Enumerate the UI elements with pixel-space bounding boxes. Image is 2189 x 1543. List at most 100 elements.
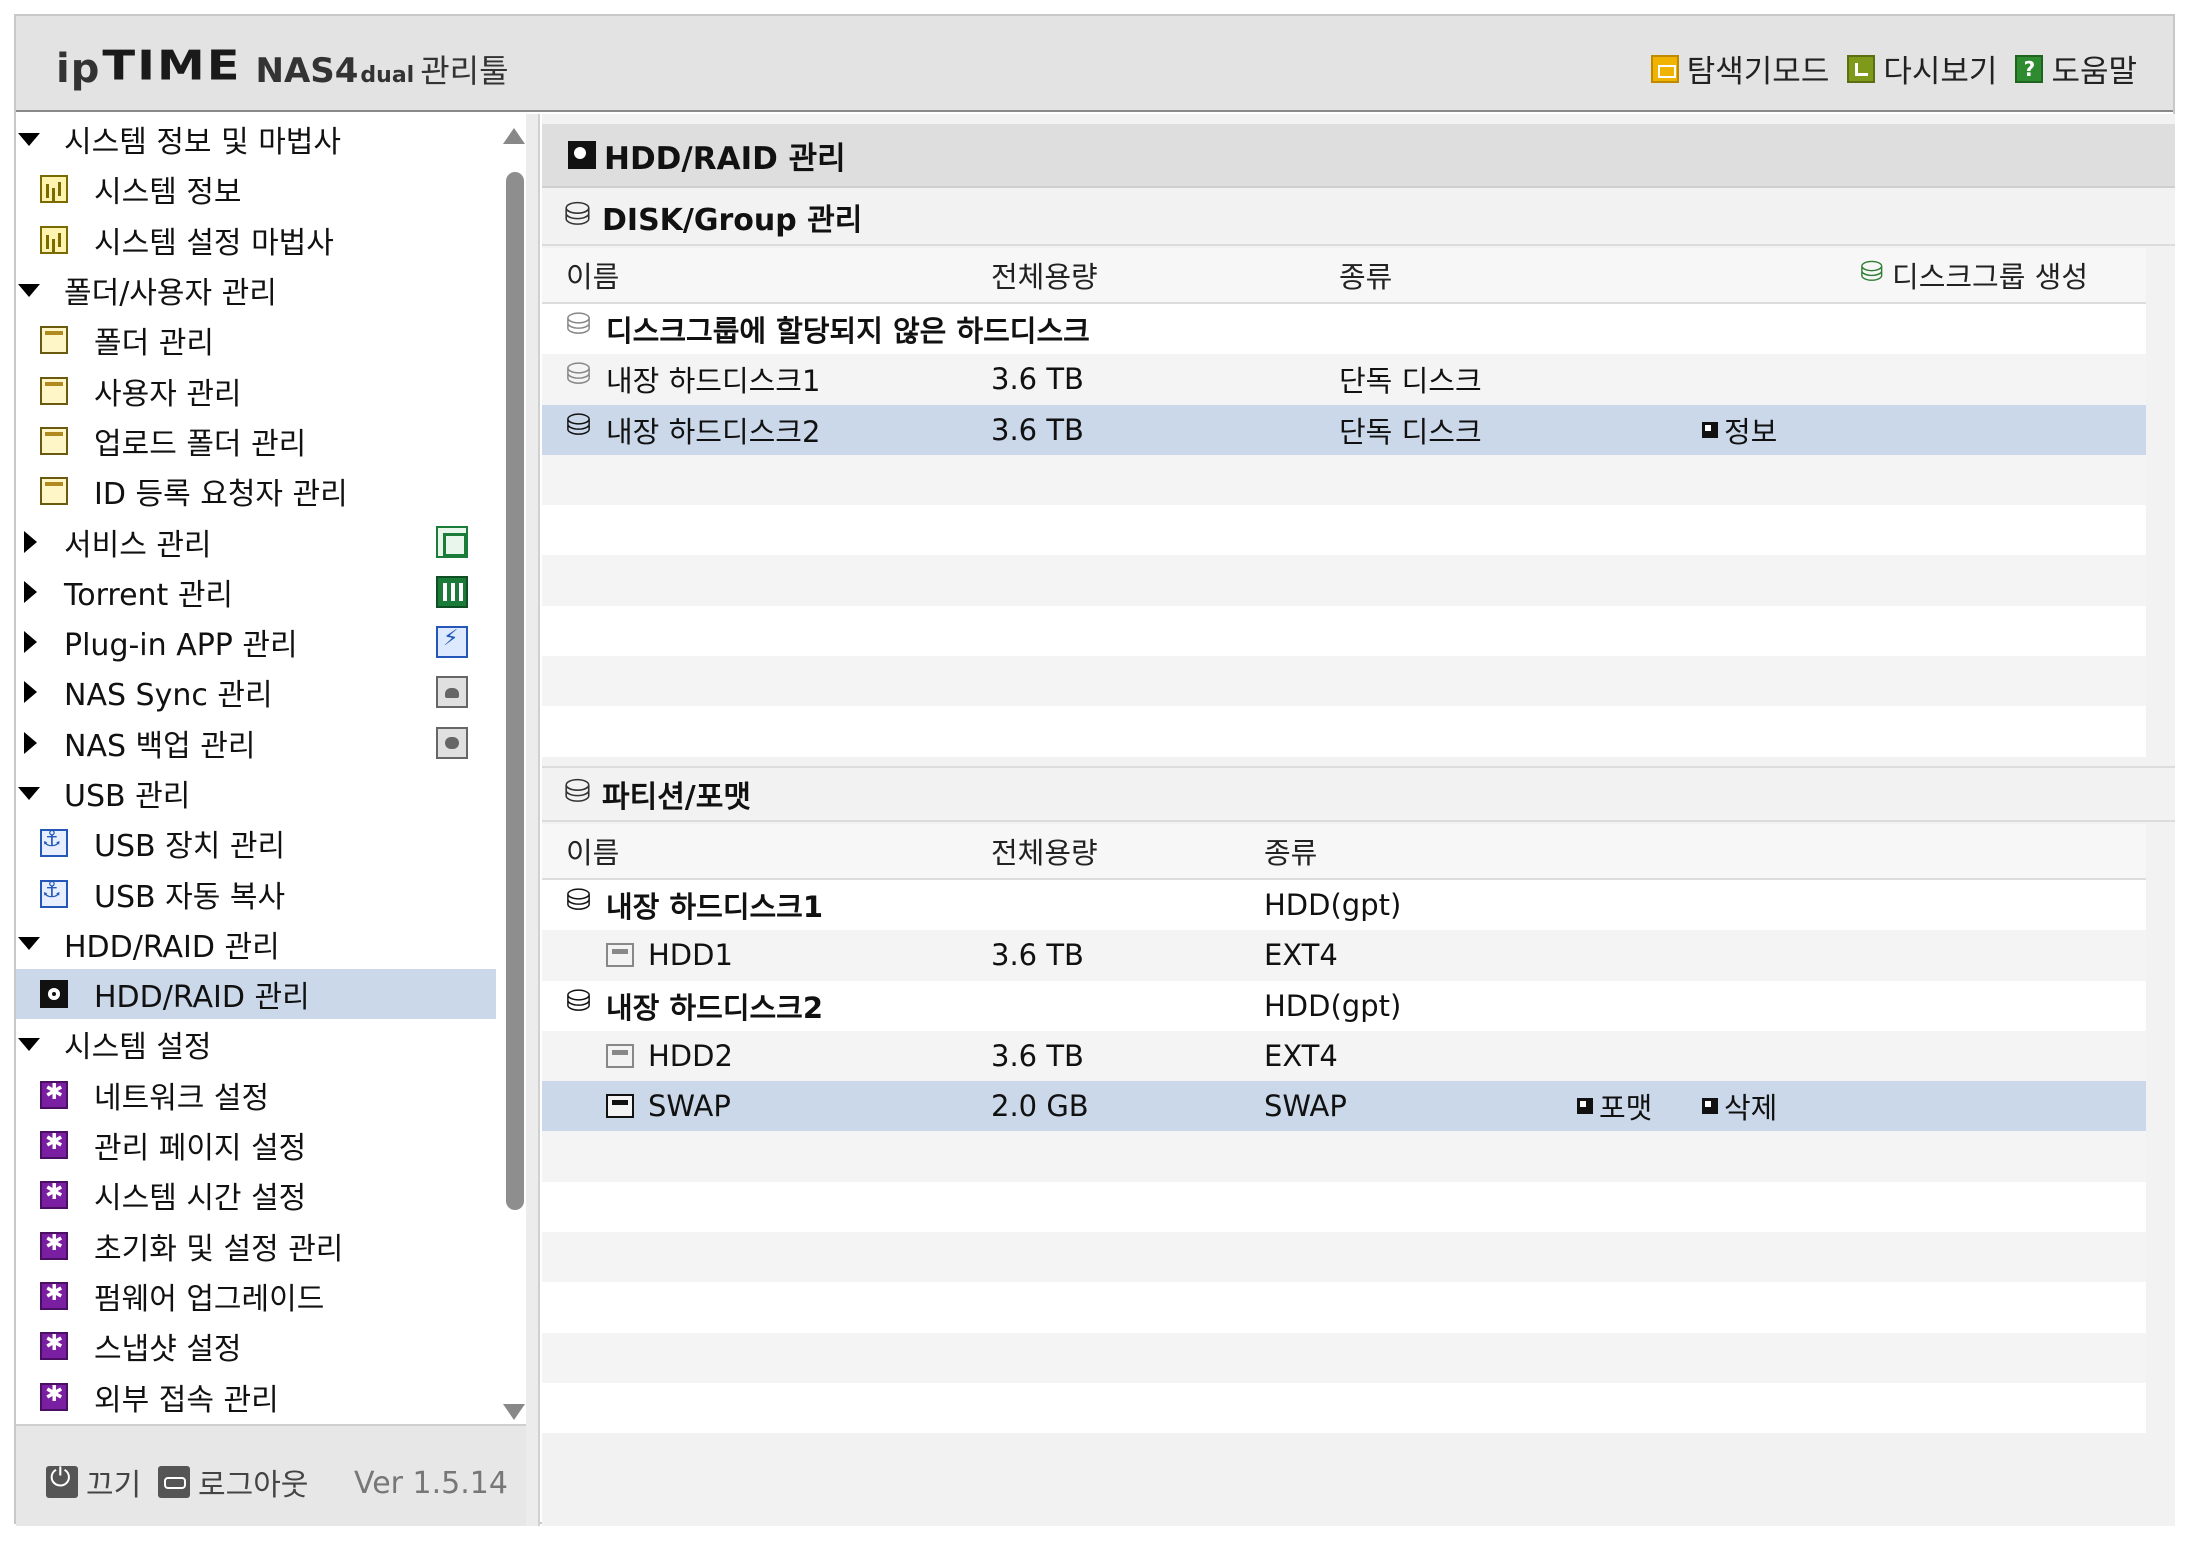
power-off-button[interactable]: 끄기 — [46, 1460, 141, 1504]
delete-button-cell: 삭제 — [1702, 1081, 1777, 1131]
power-off-label: 끄기 — [86, 1468, 142, 1503]
menu-item-system-time[interactable]: 시스템 시간 설정 — [16, 1170, 496, 1220]
menu-item-external-access[interactable]: 외부 접속 관리 — [16, 1371, 496, 1421]
explorer-mode-link[interactable]: 탐색기모드 — [1650, 46, 1829, 91]
hdd-icon — [568, 141, 596, 169]
menu-label: 시스템 설정 마법사 — [94, 225, 334, 261]
sidebar-scrollbar[interactable] — [498, 114, 526, 1424]
table-header: 이름 전체용량 종류 — [542, 824, 2146, 880]
torrent-icon[interactable] — [436, 575, 468, 608]
menu-item-firmware[interactable]: 펌웨어 업그레이드 — [16, 1271, 496, 1321]
menu-group-nas-sync[interactable]: NAS Sync 관리 — [16, 667, 496, 717]
menu-item-system-info[interactable]: 시스템 정보 — [16, 164, 496, 214]
menu-group-folder-user[interactable]: 폴더/사용자 관리 — [16, 265, 496, 315]
empty-row — [542, 555, 2146, 606]
scrollbar-thumb[interactable] — [506, 172, 524, 1210]
plugin-icon[interactable] — [436, 626, 468, 659]
row-type: EXT4 — [1264, 938, 1338, 973]
expanded-arrow-icon — [18, 132, 40, 146]
scroll-up-arrow-icon[interactable] — [503, 128, 525, 144]
info-button[interactable]: 정보 — [1702, 409, 1777, 451]
menu-item-hdd-raid[interactable]: HDD/RAID 관리 — [16, 969, 496, 1020]
menu-group-nas-backup[interactable]: NAS 백업 관리 — [16, 718, 496, 768]
backup-icon[interactable] — [436, 726, 468, 759]
col-capacity-header: 전체용량 — [991, 836, 1098, 870]
row-type: EXT4 — [1264, 1039, 1338, 1074]
sync-icon[interactable] — [436, 676, 468, 709]
row-capacity: 3.6 TB — [991, 412, 1084, 447]
table-row[interactable]: 내장 하드디스크1 3.6 TB 단독 디스크 — [542, 354, 2146, 405]
col-name-header: 이름 — [566, 260, 620, 294]
menu-label: 시스템 정보 — [94, 175, 242, 211]
format-button[interactable]: 포맷 — [1577, 1085, 1652, 1127]
expanded-arrow-icon — [18, 937, 40, 951]
version-label: Ver 1.5.14 — [354, 1466, 508, 1501]
menu-label: 시스템 시간 설정 — [94, 1181, 307, 1217]
menu-group-torrent[interactable]: Torrent 관리 — [16, 567, 496, 617]
gear-icon — [40, 1382, 68, 1411]
menu-group-system-info[interactable]: 시스템 정보 및 마법사 — [16, 114, 496, 164]
empty-row — [542, 505, 2146, 556]
menu-label: 업로드 폴더 관리 — [94, 426, 307, 462]
page-title-text: HDD/RAID 관리 — [604, 140, 846, 177]
row-name: SWAP — [648, 1089, 731, 1124]
main-panel: HDD/RAID 관리 DISK/Group 관리 이름 전체용량 종류 디스크… — [542, 114, 2175, 1526]
create-disk-group-button[interactable]: 디스크그룹 생성 — [1860, 254, 2088, 296]
expanded-arrow-icon — [18, 283, 40, 297]
menu-item-upload-folder[interactable]: 업로드 폴더 관리 — [16, 416, 496, 466]
menu-group-plugin[interactable]: Plug-in APP 관리 — [16, 617, 496, 667]
table-row[interactable]: HDD2 3.6 TB EXT4 — [542, 1030, 2146, 1082]
table-row-selected[interactable]: SWAP 2.0 GB SWAP 포맷 삭제 — [542, 1081, 2146, 1132]
menu-label: 관리 페이지 설정 — [94, 1131, 307, 1167]
delete-button[interactable]: 삭제 — [1702, 1085, 1777, 1127]
menu-item-id-request[interactable]: ID 등록 요청자 관리 — [16, 466, 496, 516]
row-capacity: 3.6 TB — [991, 1039, 1084, 1074]
menu-label: 서비스 관리 — [64, 527, 212, 563]
page-title: HDD/RAID 관리 — [542, 124, 2175, 188]
scroll-down-arrow-icon[interactable] — [503, 1404, 525, 1420]
menu-label: 펌웨어 업그레이드 — [94, 1281, 325, 1317]
header-links: 탐색기모드 다시보기 ? 도움말 — [1650, 46, 2137, 91]
chart-icon — [40, 175, 68, 204]
row-capacity: 3.6 TB — [991, 938, 1084, 973]
refresh-link[interactable]: 다시보기 — [1847, 46, 1997, 91]
explorer-icon — [1650, 54, 1679, 83]
info-button-cell: 정보 — [1702, 405, 1777, 455]
table-row[interactable]: 디스크그룹에 할당되지 않은 하드디스크 — [542, 304, 2146, 355]
collapsed-arrow-icon — [24, 731, 37, 754]
chart-icon — [40, 225, 68, 254]
row-name-cell: HDD2 — [606, 1031, 733, 1081]
info-label: 정보 — [1724, 414, 1778, 449]
menu-group-usb[interactable]: USB 관리 — [16, 768, 496, 818]
row-name-cell: 내장 하드디스크1 — [566, 354, 820, 404]
empty-row — [542, 1181, 2146, 1233]
add-disk-group-icon — [1860, 255, 1888, 289]
col-name-header: 이름 — [566, 836, 620, 870]
disk-icon — [566, 357, 592, 393]
table-row[interactable]: 내장 하드디스크1 HDD(gpt) — [542, 880, 2146, 931]
row-name-cell: 내장 하드디스크2 — [566, 405, 820, 455]
service-icon[interactable] — [436, 525, 468, 558]
menu-group-service[interactable]: 서비스 관리 — [16, 516, 496, 566]
menu-item-snapshot[interactable]: 스냅샷 설정 — [16, 1321, 496, 1371]
menu-item-usb-autocopy[interactable]: USB 자동 복사 — [16, 868, 496, 918]
table-row-selected[interactable]: 내장 하드디스크2 3.6 TB 단독 디스크 정보 — [542, 404, 2146, 455]
menu-item-network[interactable]: 네트워크 설정 — [16, 1070, 496, 1120]
menu-group-system-settings[interactable]: 시스템 설정 — [16, 1019, 496, 1069]
menu-item-setup-wizard[interactable]: 시스템 설정 마법사 — [16, 215, 496, 265]
menu-item-usb-device[interactable]: USB 장치 관리 — [16, 818, 496, 868]
table-row[interactable]: HDD1 3.6 TB EXT4 — [542, 930, 2146, 981]
empty-row — [542, 454, 2146, 506]
help-link[interactable]: ? 도움말 — [2015, 46, 2137, 91]
menu-item-folder[interactable]: 폴더 관리 — [16, 315, 496, 365]
usb-icon — [40, 878, 68, 908]
pane-divider[interactable] — [526, 114, 540, 1526]
logout-button[interactable]: 로그아웃 — [158, 1460, 308, 1504]
table-row[interactable]: 내장 하드디스크2 HDD(gpt) — [542, 980, 2146, 1031]
partition-icon — [606, 1044, 634, 1069]
menu-item-reset[interactable]: 초기화 및 설정 관리 — [16, 1221, 496, 1271]
partition-icon — [606, 1094, 634, 1119]
menu-item-user[interactable]: 사용자 관리 — [16, 365, 496, 415]
menu-item-admin-page[interactable]: 관리 페이지 설정 — [16, 1120, 496, 1170]
menu-group-hdd-raid[interactable]: HDD/RAID 관리 — [16, 919, 496, 969]
